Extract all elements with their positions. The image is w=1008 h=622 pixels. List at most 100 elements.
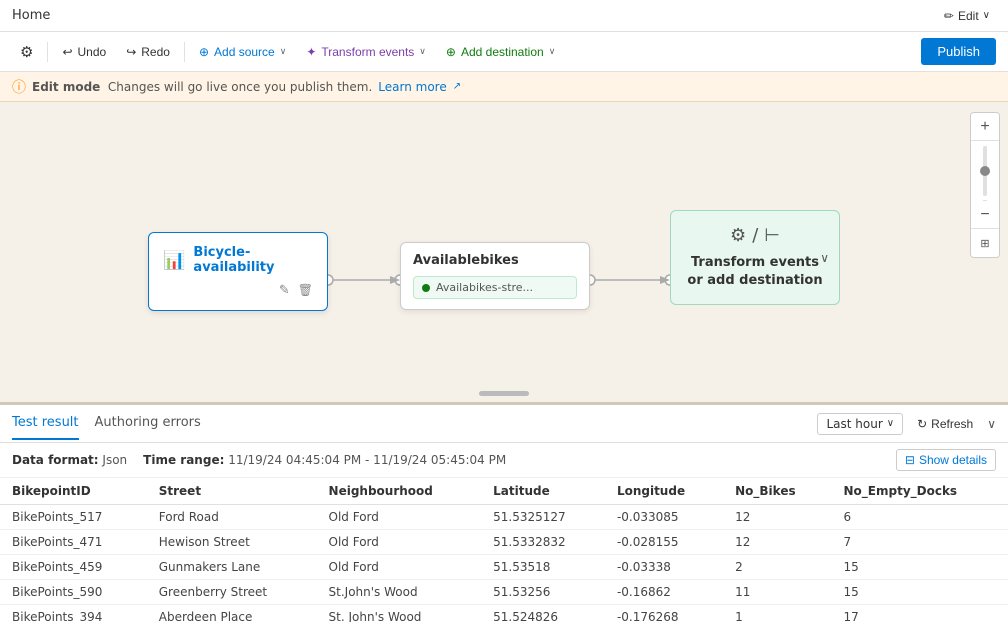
table-row: BikePoints_459Gunmakers LaneOld Ford51.5… xyxy=(0,555,1008,580)
toolbar: ⚙ ↩ Undo ↪ Redo ⊕ Add source ∨ ✦ Transfo… xyxy=(0,32,1008,72)
source-node-title: Bicycle-availability xyxy=(193,245,313,275)
data-format-label: Data format: Json xyxy=(12,453,127,467)
table-cell: 7 xyxy=(832,530,1008,555)
add-destination-icon: ⊕ xyxy=(446,45,456,59)
table-cell: BikePoints_459 xyxy=(0,555,147,580)
destination-text: Transform events or add destination xyxy=(685,254,825,290)
settings-button[interactable]: ⚙ xyxy=(12,39,41,65)
table-cell: Old Ford xyxy=(317,530,482,555)
data-info-row: Data format: Json Time range: 11/19/24 0… xyxy=(0,443,1008,478)
tab-list: Test result Authoring errors xyxy=(12,407,217,440)
time-range-label: Time range: 11/19/24 04:45:04 PM - 11/19… xyxy=(143,453,506,467)
edit-button[interactable]: ✏ Edit ∨ xyxy=(938,7,996,25)
table-cell: Hewison Street xyxy=(147,530,317,555)
time-select-label: Last hour xyxy=(826,417,882,431)
edit-chevron-icon: ∨ xyxy=(983,10,990,21)
source-edit-icon[interactable]: ✎ xyxy=(279,283,290,298)
table-cell: 51.5325127 xyxy=(481,505,605,530)
table-cell: -0.028155 xyxy=(605,530,723,555)
zoom-in-icon: + xyxy=(980,118,989,136)
destination-icons: ⚙ / ⊢ xyxy=(730,225,780,246)
source-node[interactable]: 📊 Bicycle-availability ✎ 🗑 xyxy=(148,232,328,311)
table-cell: 15 xyxy=(832,555,1008,580)
add-source-label: Add source xyxy=(214,45,275,59)
table-header-cell: BikepointID xyxy=(0,478,147,505)
refresh-icon: ↻ xyxy=(917,417,927,431)
table-cell: BikePoints_517 xyxy=(0,505,147,530)
add-source-chevron: ∨ xyxy=(280,46,287,57)
stream-node[interactable]: Availablebikes Availabikes-stre... xyxy=(400,242,590,310)
publish-button[interactable]: Publish xyxy=(921,38,996,65)
edit-mode-bar: ⓘ Edit mode Changes will go live once yo… xyxy=(0,72,1008,102)
table-cell: -0.03338 xyxy=(605,555,723,580)
table-row: BikePoints_517Ford RoadOld Ford51.532512… xyxy=(0,505,1008,530)
page-title: Home xyxy=(12,8,50,23)
data-table: BikepointIDStreetNeighbourhoodLatitudeLo… xyxy=(0,478,1008,622)
table-cell: 51.53518 xyxy=(481,555,605,580)
redo-button[interactable]: ↪ Redo xyxy=(118,41,178,63)
time-select-chevron: ∨ xyxy=(887,418,894,429)
table-cell: 6 xyxy=(832,505,1008,530)
source-node-icon: 📊 xyxy=(163,250,185,271)
transform-events-button[interactable]: ✦ Transform events ∨ xyxy=(298,41,434,63)
redo-label: Redo xyxy=(141,45,170,59)
source-delete-icon[interactable]: 🗑 xyxy=(298,283,313,298)
table-cell: Old Ford xyxy=(317,505,482,530)
data-table-wrapper[interactable]: BikepointIDStreetNeighbourhoodLatitudeLo… xyxy=(0,478,1008,622)
table-cell: 11 xyxy=(723,580,831,605)
bottom-tab-actions: Last hour ∨ ↻ Refresh ∨ xyxy=(817,413,996,435)
info-icon: ⓘ xyxy=(12,77,26,97)
zoom-in-button[interactable]: + xyxy=(971,113,999,141)
external-link-icon: ↗ xyxy=(453,81,461,92)
output-icon: ⊢ xyxy=(764,225,780,246)
tab-authoring-errors[interactable]: Authoring errors xyxy=(95,407,201,440)
time-range-select[interactable]: Last hour ∨ xyxy=(817,413,903,435)
show-details-button[interactable]: ⊟ Show details xyxy=(896,449,996,471)
zoom-slider-thumb xyxy=(980,166,990,176)
zoom-slider-track xyxy=(983,146,987,196)
redo-icon: ↪ xyxy=(126,45,136,59)
source-node-actions: ✎ 🗑 xyxy=(163,283,313,298)
add-destination-label: Add destination xyxy=(461,45,544,59)
table-header-cell: Latitude xyxy=(481,478,605,505)
table-body: BikePoints_517Ford RoadOld Ford51.532512… xyxy=(0,505,1008,622)
expand-panel-button[interactable]: ∨ xyxy=(987,417,996,431)
zoom-out-button[interactable]: − xyxy=(971,201,999,229)
add-destination-button[interactable]: ⊕ Add destination ∨ xyxy=(438,41,563,63)
settings-icon: ⚙ xyxy=(20,43,33,61)
stream-node-title: Availablebikes xyxy=(413,253,577,268)
toolbar-divider-2 xyxy=(184,42,185,62)
undo-icon: ↩ xyxy=(62,45,72,59)
table-cell: Greenberry Street xyxy=(147,580,317,605)
refresh-label: Refresh xyxy=(931,417,973,431)
transform-label: Transform events xyxy=(321,45,414,59)
table-cell: St.John's Wood xyxy=(317,580,482,605)
table-cell: 1 xyxy=(723,605,831,622)
table-cell: 51.5332832 xyxy=(481,530,605,555)
destination-node[interactable]: ⚙ / ⊢ Transform events or add destinatio… xyxy=(670,210,840,305)
table-header-cell: No_Bikes xyxy=(723,478,831,505)
bottom-tabs: Test result Authoring errors Last hour ∨… xyxy=(0,405,1008,443)
zoom-controls: + − ⊞ xyxy=(970,112,1000,258)
transform-chevron: ∨ xyxy=(419,46,426,57)
table-cell: -0.176268 xyxy=(605,605,723,622)
table-cell: 12 xyxy=(723,530,831,555)
table-cell: -0.16862 xyxy=(605,580,723,605)
learn-more-link[interactable]: Learn more xyxy=(378,80,446,94)
gear-icon: ⚙ xyxy=(730,225,746,246)
table-header-cell: Neighbourhood xyxy=(317,478,482,505)
undo-button[interactable]: ↩ Undo xyxy=(54,41,114,63)
show-details-icon: ⊟ xyxy=(905,453,915,467)
add-source-button[interactable]: ⊕ Add source ∨ xyxy=(191,41,294,63)
table-cell: BikePoints_471 xyxy=(0,530,147,555)
undo-label: Undo xyxy=(78,45,107,59)
add-destination-chevron: ∨ xyxy=(549,46,556,57)
refresh-button[interactable]: ↻ Refresh xyxy=(911,414,979,434)
table-header-cell: Street xyxy=(147,478,317,505)
zoom-fit-button[interactable]: ⊞ xyxy=(971,229,999,257)
tab-test-result[interactable]: Test result xyxy=(12,407,79,440)
expand-icon: ∨ xyxy=(987,417,996,431)
source-node-header: 📊 Bicycle-availability xyxy=(163,245,313,275)
destination-chevron-icon: ∨ xyxy=(820,251,829,265)
table-cell: Ford Road xyxy=(147,505,317,530)
